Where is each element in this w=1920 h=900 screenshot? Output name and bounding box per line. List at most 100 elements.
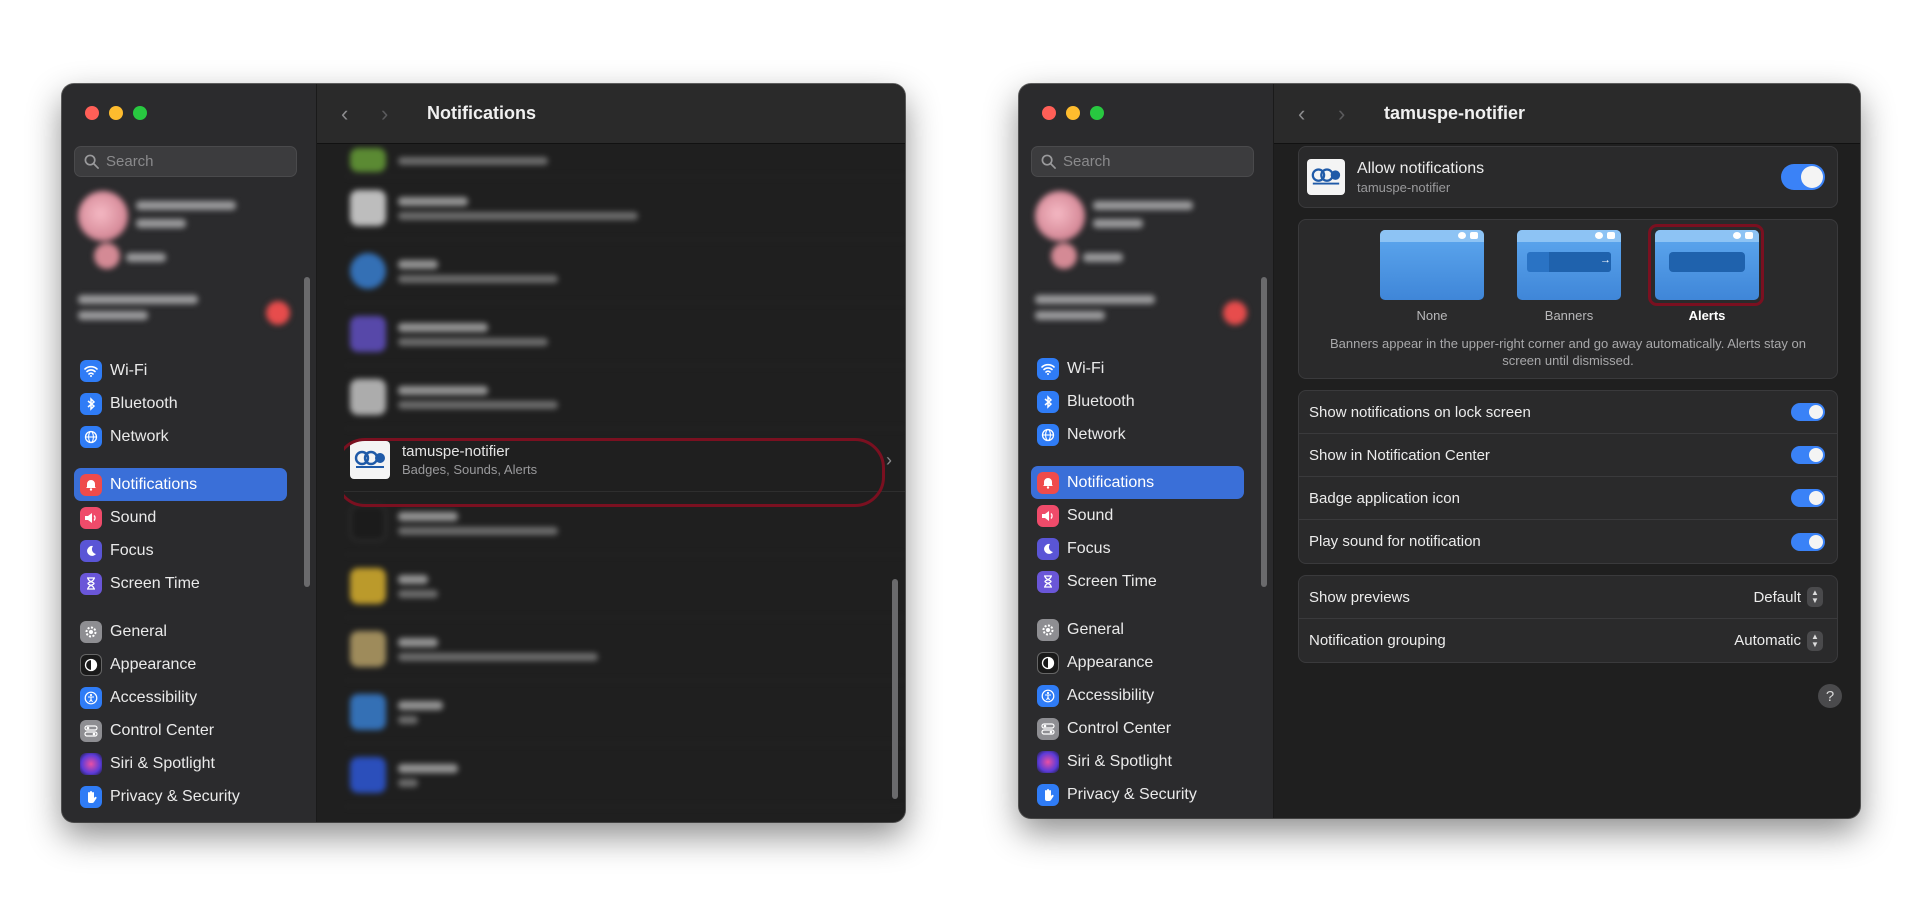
alert-style-alerts[interactable]: Alerts	[1648, 224, 1764, 323]
sidebar-item-screen-time[interactable]: Screen Time	[1031, 565, 1244, 598]
list-item[interactable]	[344, 744, 905, 807]
tamuspe-app-icon	[1307, 159, 1345, 195]
sidebar-item-focus[interactable]: Focus	[1031, 532, 1244, 565]
option-label: Show previews	[1309, 588, 1410, 606]
minimize-button[interactable]	[109, 106, 123, 120]
close-button[interactable]	[85, 106, 99, 120]
list-item[interactable]	[344, 240, 905, 303]
minimize-button[interactable]	[1066, 106, 1080, 120]
badge-icon-toggle[interactable]	[1791, 489, 1825, 507]
sidebar-item-privacy-security[interactable]: Privacy & Security	[74, 780, 287, 813]
moon-icon	[1037, 537, 1059, 560]
close-button[interactable]	[1042, 106, 1056, 120]
forward-button[interactable]: ›	[1338, 101, 1378, 127]
family-avatar	[1051, 243, 1077, 269]
sidebar-item-control-center[interactable]: Control Center	[74, 714, 287, 747]
avatar	[1035, 191, 1085, 241]
hand-icon	[1037, 783, 1059, 806]
sidebar-item-label: General	[1067, 620, 1124, 638]
wifi-icon	[1037, 357, 1059, 380]
option-lock-screen: Show notifications on lock screen	[1299, 391, 1837, 434]
bluetooth-icon	[80, 392, 102, 415]
sidebar-item-notifications[interactable]: Notifications	[1031, 466, 1244, 499]
app-settings: Allow notifications tamuspe-notifier Non…	[1298, 146, 1838, 674]
list-item-tamuspe-notifier[interactable]: tamuspe-notifier Badges, Sounds, Alerts …	[344, 429, 905, 492]
search-field[interactable]	[74, 146, 297, 177]
sidebar-item-label: Bluetooth	[110, 394, 178, 412]
sidebar-item-label: Screen Time	[110, 574, 200, 592]
sidebar-item-general[interactable]: General	[74, 615, 287, 648]
appearance-icon	[80, 653, 102, 676]
sidebar-item-bluetooth[interactable]: Bluetooth	[1031, 385, 1244, 418]
option-notification-grouping: Notification grouping Automatic ▲ ▼	[1299, 619, 1837, 662]
sidebar-item-focus[interactable]: Focus	[74, 534, 287, 567]
back-button[interactable]: ‹	[1298, 101, 1338, 127]
sidebar-item-label: Sound	[110, 508, 157, 526]
list-item[interactable]	[344, 366, 905, 429]
sidebar-item-siri-spotlight[interactable]: Siri & Spotlight	[74, 747, 287, 780]
account-section-blurred[interactable]	[76, 191, 290, 341]
show-previews-select[interactable]: Default ▲ ▼	[1753, 587, 1823, 607]
sidebar-item-bluetooth[interactable]: Bluetooth	[74, 387, 287, 420]
play-sound-toggle[interactable]	[1791, 532, 1825, 551]
bell-icon	[1037, 471, 1059, 494]
sidebar: Wi-Fi Bluetooth Network Notifications So…	[1019, 84, 1274, 818]
preview-options-card: Show previews Default ▲ ▼ Notification gro…	[1298, 575, 1838, 663]
notification-grouping-select[interactable]: Automatic ▲ ▼	[1734, 630, 1823, 651]
sidebar-item-wifi[interactable]: Wi-Fi	[1031, 352, 1244, 385]
sidebar-item-label: Network	[110, 427, 169, 445]
notification-center-toggle[interactable]	[1791, 446, 1825, 464]
zoom-button[interactable]	[133, 106, 147, 120]
list-scrollbar[interactable]	[892, 579, 898, 799]
search-input[interactable]	[106, 153, 286, 170]
sidebar-item-sound[interactable]: Sound	[1031, 499, 1244, 532]
page-title: tamuspe-notifier	[1384, 103, 1526, 123]
alert-style-banners[interactable]: → Banners	[1516, 230, 1622, 323]
sidebar-item-general[interactable]: General	[1031, 613, 1244, 646]
list-item[interactable]	[344, 681, 905, 744]
option-show-previews: Show previews Default ▲ ▼	[1299, 576, 1837, 619]
sidebar-item-privacy-security[interactable]: Privacy & Security	[1031, 778, 1244, 811]
help-button[interactable]: ?	[1818, 684, 1842, 708]
sidebar-item-accessibility[interactable]: Accessibility	[1031, 679, 1244, 712]
settings-window-notifications: Wi-Fi Bluetooth Network Notifications So…	[62, 84, 905, 822]
list-item[interactable]	[344, 492, 905, 555]
sidebar-nav: Wi-Fi Bluetooth Network Notifications So…	[1031, 352, 1244, 811]
alert-style-card: None → Banners Alerts Banners appear in …	[1298, 219, 1838, 379]
search-input[interactable]	[1063, 153, 1243, 170]
list-item[interactable]	[344, 177, 905, 240]
zoom-button[interactable]	[1090, 106, 1104, 120]
allow-notifications-toggle[interactable]	[1781, 164, 1825, 190]
traffic-lights	[85, 106, 147, 120]
sidebar-scrollbar[interactable]	[1261, 277, 1267, 587]
sidebar-item-notifications[interactable]: Notifications	[74, 468, 287, 501]
sidebar-item-appearance[interactable]: Appearance	[74, 648, 287, 681]
sidebar-item-wifi[interactable]: Wi-Fi	[74, 354, 287, 387]
lock-screen-toggle[interactable]	[1791, 403, 1825, 421]
accessibility-icon	[1037, 684, 1059, 707]
sidebar-item-network[interactable]: Network	[74, 420, 287, 453]
sidebar-item-siri-spotlight[interactable]: Siri & Spotlight	[1031, 745, 1244, 778]
forward-button[interactable]: ›	[381, 101, 421, 127]
list-item[interactable]	[344, 555, 905, 618]
list-item[interactable]	[344, 144, 905, 177]
globe-icon	[80, 425, 102, 448]
sidebar-item-appearance[interactable]: Appearance	[1031, 646, 1244, 679]
alert-style-none[interactable]: None	[1379, 230, 1485, 323]
option-label: Notification grouping	[1309, 632, 1446, 649]
list-item[interactable]	[344, 303, 905, 366]
style-label-alerts: Alerts	[1688, 308, 1726, 323]
traffic-lights	[1042, 106, 1104, 120]
account-section-blurred[interactable]	[1033, 191, 1247, 341]
back-button[interactable]: ‹	[341, 101, 381, 127]
sidebar-item-screen-time[interactable]: Screen Time	[74, 567, 287, 600]
sidebar-item-sound[interactable]: Sound	[74, 501, 287, 534]
sidebar-scrollbar[interactable]	[304, 277, 310, 587]
sidebar-item-network[interactable]: Network	[1031, 418, 1244, 451]
search-field[interactable]	[1031, 146, 1254, 177]
list-item[interactable]	[344, 618, 905, 681]
sidebar-item-control-center[interactable]: Control Center	[1031, 712, 1244, 745]
siri-icon	[80, 752, 102, 775]
sidebar-item-accessibility[interactable]: Accessibility	[74, 681, 287, 714]
allow-notifications-card: Allow notifications tamuspe-notifier	[1298, 146, 1838, 208]
